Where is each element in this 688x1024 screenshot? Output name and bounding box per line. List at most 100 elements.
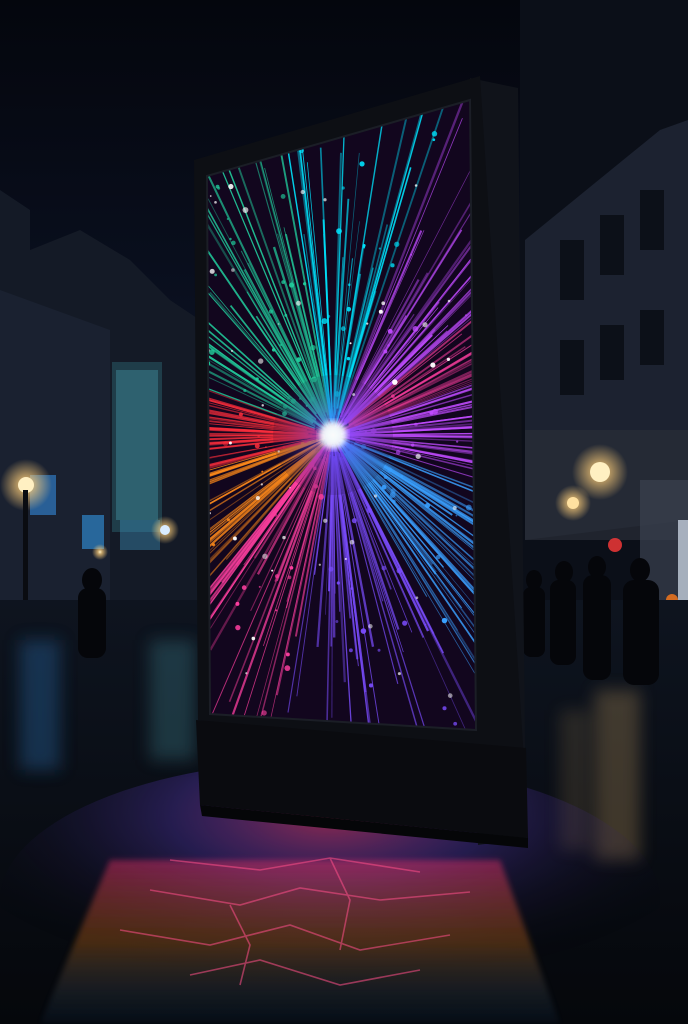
sparkle [281, 280, 286, 284]
sparkle [209, 195, 212, 197]
sparkle [346, 306, 352, 312]
sparkle [360, 628, 367, 634]
sparkle [415, 453, 421, 459]
sparkle [235, 601, 240, 606]
sparkle [323, 198, 327, 202]
sparkle [378, 309, 383, 314]
sparkle [350, 587, 354, 590]
sparkle [231, 350, 233, 352]
sparkle [391, 394, 395, 399]
sparkle [456, 440, 459, 443]
sparkle [392, 379, 398, 385]
sparkle [277, 323, 280, 325]
sparkle [410, 253, 413, 256]
sparkle [228, 183, 234, 190]
sparkle [231, 268, 235, 272]
sparkle [229, 237, 232, 241]
sparkle [453, 721, 458, 726]
sparkle [245, 672, 248, 675]
sparkle [260, 483, 263, 486]
sparkle [280, 194, 286, 199]
sparkle [336, 581, 340, 585]
sparkle [289, 486, 291, 489]
sparkle [261, 470, 264, 473]
sparkle [255, 377, 259, 381]
sparkle [347, 283, 351, 287]
sparkle [285, 652, 290, 657]
sparkle [211, 543, 216, 547]
sparkle [238, 412, 244, 417]
sparkle [378, 247, 381, 250]
sparkle [346, 356, 351, 361]
sparkle [432, 408, 438, 415]
night-street-scene [0, 0, 688, 1024]
sparkle [214, 201, 217, 204]
sparkle [310, 344, 316, 351]
sparkle [414, 184, 418, 187]
sparkle [300, 189, 305, 195]
sparkle [383, 475, 388, 480]
sparkle [412, 326, 419, 332]
sparkle [242, 207, 249, 213]
sparkle [442, 706, 447, 711]
sparkle [251, 636, 256, 641]
scene-illustration [0, 0, 688, 1024]
sparkle [390, 263, 395, 268]
sparkle [387, 328, 393, 334]
sparkle [235, 624, 241, 631]
sparkle [288, 282, 295, 288]
sparkle [268, 309, 274, 314]
sparkle [446, 357, 451, 361]
sparkle [254, 443, 260, 449]
sparkle [340, 326, 346, 332]
sparkle [222, 441, 229, 447]
sparkle [279, 343, 283, 347]
sparkle [282, 535, 286, 540]
sparkle [377, 648, 381, 652]
sparkle [400, 475, 403, 478]
sparkle [336, 228, 342, 235]
sparkle [394, 241, 400, 247]
sparkle [389, 492, 396, 498]
sparkle [348, 648, 353, 653]
sparkle [447, 693, 453, 698]
sparkle [257, 358, 264, 364]
sparkle [447, 299, 451, 303]
sparkle [295, 300, 301, 306]
sparkle [431, 131, 438, 137]
sparkle [349, 539, 355, 545]
colored-reflection [40, 860, 560, 1024]
sparkle [287, 575, 292, 580]
sparkle [344, 557, 347, 561]
sparkle [323, 518, 328, 523]
sparkle [366, 507, 372, 513]
sparkle [257, 434, 260, 438]
sparkle [366, 322, 369, 325]
sparkle [228, 441, 232, 445]
sparkle [209, 349, 215, 355]
sparkle [387, 344, 390, 347]
sparkle [284, 313, 288, 317]
sparkle [284, 665, 291, 672]
sparkle [351, 518, 357, 524]
sparkle [289, 565, 294, 570]
sparkle [243, 389, 247, 393]
sparkle [241, 585, 247, 590]
sparkle [368, 683, 374, 688]
sparkle [296, 357, 302, 363]
sparkle [265, 446, 267, 448]
sparkle [261, 404, 264, 407]
sparkle [226, 518, 231, 522]
sparkle [415, 596, 419, 600]
sparkle [435, 554, 441, 560]
sparkle [465, 504, 472, 511]
sparkle [341, 186, 345, 190]
sparkle [226, 218, 229, 221]
sparkle [387, 467, 393, 473]
sparkle [465, 314, 467, 317]
sparkle [383, 349, 388, 354]
sparkle [424, 502, 431, 509]
sparkle [275, 609, 278, 612]
sparkle [349, 342, 352, 345]
sparkle [318, 494, 324, 500]
